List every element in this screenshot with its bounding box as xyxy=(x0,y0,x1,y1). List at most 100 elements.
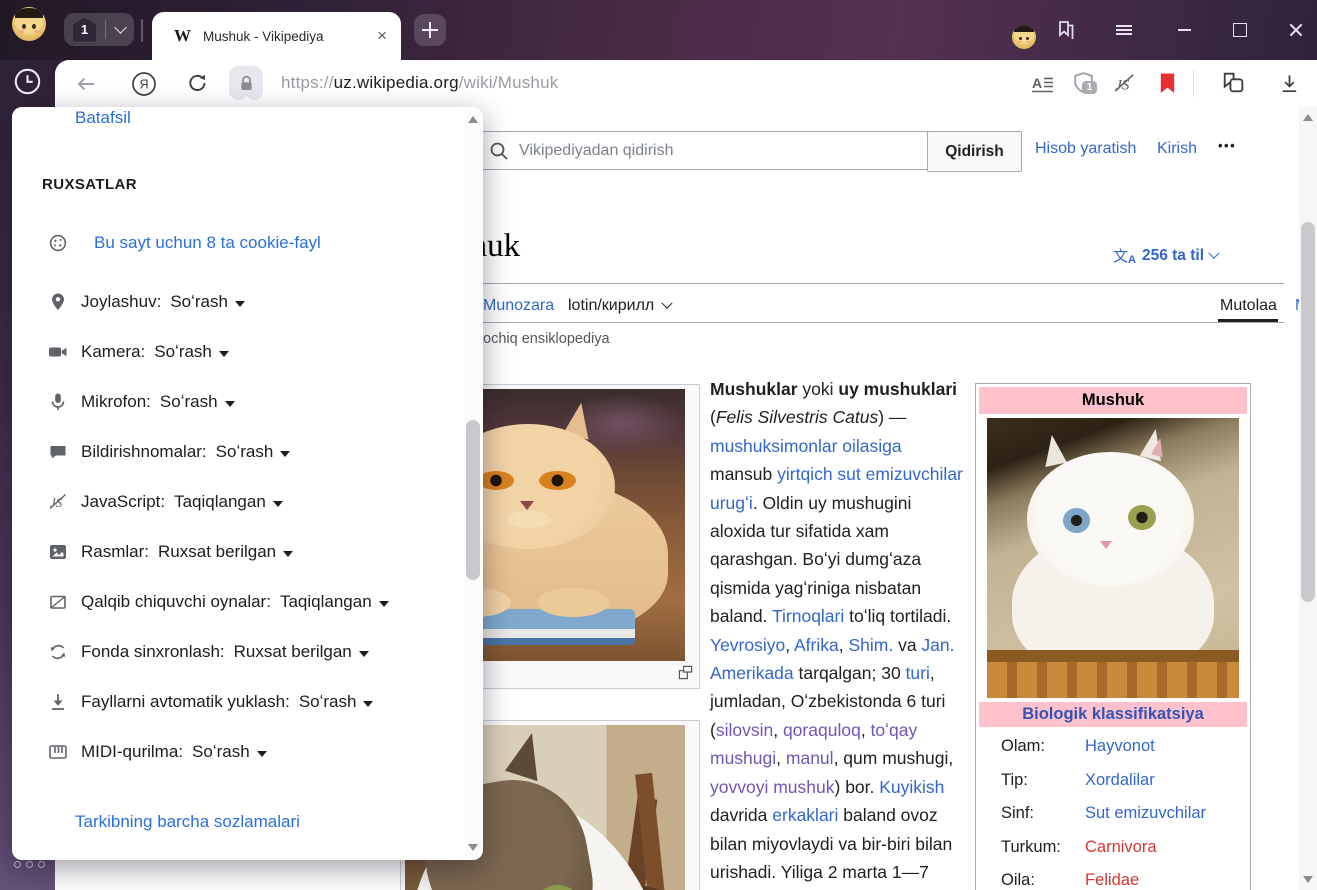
window-maximize-button[interactable] xyxy=(1228,18,1252,42)
titlebar-profile-avatar[interactable] xyxy=(1000,18,1024,42)
permission-item: Joylashuv:Soʻrash xyxy=(48,290,245,314)
permission-item: Rasmlar: Ruxsat berilgan xyxy=(48,540,293,564)
permission-item: MIDI-qurilma:Soʻrash xyxy=(48,740,267,764)
yandex-services-icon[interactable]: Я xyxy=(131,71,157,102)
article-link[interactable]: Afrika xyxy=(794,635,839,655)
search-submit-button[interactable]: Qidirish xyxy=(927,131,1022,172)
cookies-link[interactable]: Bu sayt uchun 8 ta cookie-fayl xyxy=(94,233,321,253)
wiki-search-box[interactable] xyxy=(478,131,929,170)
article-link[interactable]: Kuyikish xyxy=(879,777,944,797)
languages-button[interactable]: 文A 256 ta til xyxy=(1113,245,1218,266)
page-scrollbar[interactable] xyxy=(1299,107,1317,890)
notification-bubble-icon xyxy=(48,442,68,462)
article-link[interactable]: Tirnoqlari xyxy=(772,606,844,626)
tab-count-badge: 1 xyxy=(73,18,96,42)
permission-label: Mikrofon: xyxy=(81,392,151,412)
browser-tab[interactable]: W Mushuk - Vikipediya × xyxy=(152,12,401,60)
article-link[interactable]: yovvoyi mushuk xyxy=(710,777,835,797)
panel-scrollbar-thumb[interactable] xyxy=(466,420,480,580)
dropdown-caret-icon xyxy=(273,501,283,507)
article-link[interactable]: erkaklari xyxy=(772,805,838,825)
protect-shield-icon[interactable]: 1 xyxy=(1070,70,1097,102)
back-icon[interactable] xyxy=(74,72,98,101)
article-link[interactable]: qoraquloq xyxy=(783,720,861,740)
create-account-link[interactable]: Hisob yaratish xyxy=(1035,140,1136,158)
article-link[interactable]: manul xyxy=(786,748,834,768)
chevron-down-icon[interactable] xyxy=(114,21,127,34)
address-bar[interactable]: https://uz.wikipedia.org/wiki/Mushuk xyxy=(281,73,558,93)
article-text: , xyxy=(785,635,794,655)
cookies-row[interactable]: Bu sayt uchun 8 ta cookie-fayl xyxy=(48,233,321,253)
permission-label: Rasmlar: xyxy=(81,542,149,562)
infobox-image-white-kitten[interactable] xyxy=(987,418,1239,698)
article-link[interactable]: Shim. xyxy=(848,635,893,655)
article-link[interactable]: mushuksimonlar oilasiga xyxy=(710,436,902,456)
bookmark-added-icon[interactable] xyxy=(1158,72,1177,100)
infobox-value-link[interactable]: Sut emizuvchilar xyxy=(1085,804,1247,823)
panel-scrollbar[interactable] xyxy=(465,110,481,857)
infobox-row: Olam:Hayvonot xyxy=(979,730,1247,764)
close-tab-icon[interactable]: × xyxy=(377,26,387,46)
permission-value-dropdown[interactable]: Ruxsat berilgan xyxy=(234,642,369,662)
permission-value-dropdown[interactable]: Soʻrash xyxy=(154,342,229,362)
variant-dropdown[interactable]: lotin/кирилл xyxy=(568,297,671,315)
dropdown-caret-icon xyxy=(219,351,229,357)
dropdown-caret-icon xyxy=(283,551,293,557)
auto-download-icon xyxy=(48,692,68,712)
tab-read[interactable]: Mutolaa xyxy=(1220,297,1277,315)
login-link[interactable]: Kirish xyxy=(1157,140,1197,158)
permission-value-dropdown[interactable]: Taqiqlangan xyxy=(280,592,389,612)
collections-icon[interactable] xyxy=(1219,70,1246,102)
infobox-label: Sinf: xyxy=(979,804,1085,823)
infobox-value-link[interactable]: Felidae xyxy=(1085,871,1247,890)
article-link[interactable]: silovsin xyxy=(716,720,773,740)
bookmarks-panel-icon[interactable] xyxy=(1054,18,1078,42)
article-link[interactable]: turi xyxy=(906,663,930,683)
tab-group-chip[interactable]: 1 xyxy=(64,13,134,46)
permission-label: Kamera: xyxy=(81,342,145,362)
enlarge-thumbnail-icon[interactable] xyxy=(678,665,693,685)
permission-value-dropdown[interactable]: Soʻrash xyxy=(170,292,245,312)
permission-value-dropdown[interactable]: Soʻrash xyxy=(299,692,374,712)
details-link[interactable]: Batafsil xyxy=(75,108,131,128)
profile-avatar[interactable] xyxy=(12,7,46,41)
site-subtitle: ochiq ensiklopediya xyxy=(483,331,610,347)
article-paragraph: Mushuklar yoki uy mushuklari (Felis Silv… xyxy=(710,375,964,886)
article-text: davrida xyxy=(710,805,772,825)
article-tabs: Munozara lotin/кирилл Mutolaa Manbasini … xyxy=(412,295,1284,323)
infobox-value-link[interactable]: Hayvonot xyxy=(1085,737,1247,756)
article-text: uy mushuklari xyxy=(838,379,957,399)
history-clock-icon[interactable] xyxy=(13,67,42,101)
new-tab-button[interactable] xyxy=(414,14,446,46)
menu-hamburger-icon[interactable] xyxy=(1112,18,1136,42)
permission-value-dropdown[interactable]: Soʻrash xyxy=(192,742,267,762)
search-input[interactable] xyxy=(517,141,928,161)
window-minimize-button[interactable] xyxy=(1172,18,1196,42)
page-scrollbar-thumb[interactable] xyxy=(1301,222,1315,602)
refresh-icon[interactable] xyxy=(186,72,209,100)
permission-value-dropdown[interactable]: Soʻrash xyxy=(216,442,291,462)
more-menu-dots[interactable]: ••• xyxy=(1218,138,1236,153)
window-close-button[interactable] xyxy=(1284,18,1308,42)
content-settings-link[interactable]: Tarkibning barcha sozlamalari xyxy=(75,812,300,832)
infobox-value-link[interactable]: Carnivora xyxy=(1085,838,1247,857)
dropdown-caret-icon xyxy=(363,701,373,707)
popup-blocked-icon xyxy=(48,592,68,612)
infobox-value-link[interactable]: Xordalilar xyxy=(1085,771,1247,790)
permission-value-dropdown[interactable]: Taqiqlangan xyxy=(174,492,283,512)
permission-item: Kamera: Soʻrash xyxy=(48,340,229,364)
downloads-icon[interactable] xyxy=(1278,72,1301,100)
infobox-label: Turkum: xyxy=(979,838,1085,857)
reader-mode-icon[interactable]: A xyxy=(1031,72,1055,101)
article-link[interactable]: Yevrosiyo xyxy=(710,635,785,655)
permission-value-dropdown[interactable]: Ruxsat berilgan xyxy=(158,542,293,562)
tab-title: Mushuk - Vikipediya xyxy=(203,29,377,44)
permission-item: Qalqib chiquvchi oynalar:Taqiqlangan xyxy=(48,590,389,614)
dropdown-caret-icon xyxy=(359,651,369,657)
permission-value-dropdown[interactable]: Soʻrash xyxy=(160,392,235,412)
sidebar-more-dots-icon[interactable] xyxy=(14,861,45,868)
javascript-blocked-icon[interactable]: JS xyxy=(1113,72,1136,100)
article-text: ) — xyxy=(878,407,906,427)
permission-item: Fonda sinxronlash:Ruxsat berilgan xyxy=(48,640,369,664)
tab-talk[interactable]: Munozara xyxy=(483,297,554,315)
